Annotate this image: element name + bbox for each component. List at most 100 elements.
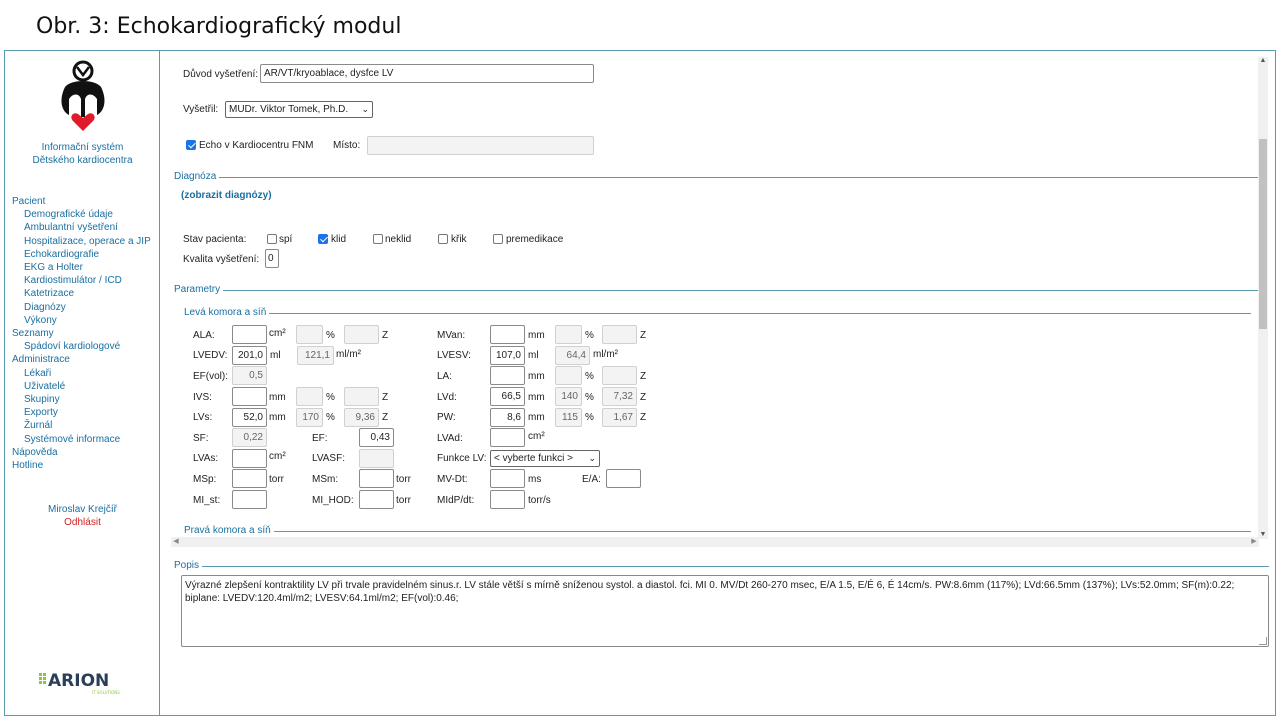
la-pct-input[interactable] xyxy=(555,366,582,385)
lvedv-index-input[interactable]: 121,1 xyxy=(297,346,334,365)
nav-item[interactable]: Nápověda xyxy=(12,446,151,459)
la-pct-unit: % xyxy=(585,371,594,382)
ala-z-input[interactable] xyxy=(344,325,379,344)
nav-item[interactable]: Žurnál xyxy=(12,419,151,432)
system-title-line-1: Informační systém xyxy=(41,142,124,153)
state-checkbox-krik[interactable] xyxy=(438,234,448,244)
nav-item[interactable]: Katetrizace xyxy=(12,287,151,300)
show-diagnoses-link[interactable]: (zobrazit diagnózy) xyxy=(181,190,272,201)
lvd-input[interactable]: 66,5 xyxy=(490,387,525,406)
user-name[interactable]: Miroslav Krejčíř xyxy=(5,503,160,516)
efvol-label: EF(vol): xyxy=(193,371,228,382)
state-label-spi: spí xyxy=(279,234,293,245)
logout-link[interactable]: Odhlásit xyxy=(5,516,160,529)
scroll-thumb[interactable] xyxy=(1259,139,1267,329)
mvdt-input[interactable] xyxy=(490,469,525,488)
place-input[interactable] xyxy=(367,136,594,155)
vertical-scrollbar[interactable]: ▲ ▼ xyxy=(1258,57,1268,539)
quality-input[interactable]: 0 xyxy=(265,249,279,268)
lvesv-index-input[interactable]: 64,4 xyxy=(555,346,590,365)
horizontal-scrollbar[interactable]: ◀ ▶ xyxy=(171,537,1259,547)
lvasf-input[interactable] xyxy=(359,449,394,468)
ivs-pct-input[interactable] xyxy=(296,387,323,406)
nav-item[interactable]: Výkony xyxy=(12,314,151,327)
echo-fnm-checkbox[interactable] xyxy=(186,140,196,150)
ef-input[interactable]: 0,43 xyxy=(359,428,394,447)
lvas-input[interactable] xyxy=(232,449,267,468)
nav-item[interactable]: Systémové informace xyxy=(12,433,151,446)
nav-item[interactable]: Echokardiografie xyxy=(12,248,151,261)
scroll-left-icon[interactable]: ◀ xyxy=(171,537,181,547)
lvs-pct-input[interactable]: 170 xyxy=(296,408,323,427)
la-z-input[interactable] xyxy=(602,366,637,385)
mvan-input[interactable] xyxy=(490,325,525,344)
lvesv-input[interactable]: 107,0 xyxy=(490,346,525,365)
kardiocentrum-logo xyxy=(61,60,105,131)
lvd-unit: mm xyxy=(528,392,545,403)
lvs-z-input[interactable]: 9,36 xyxy=(344,408,379,427)
lvesv-label: LVESV: xyxy=(437,350,471,361)
sf-label: SF: xyxy=(193,433,209,444)
reason-input[interactable]: AR/VT/kryoablace, dysfce LV xyxy=(260,64,594,83)
nav-item[interactable]: Diagnózy xyxy=(12,301,151,314)
pw-z-input[interactable]: 1,67 xyxy=(602,408,637,427)
mvan-pct-unit: % xyxy=(585,330,594,341)
nav-item[interactable]: Hotline xyxy=(12,459,151,472)
mihod-input[interactable] xyxy=(359,490,394,509)
nav-item[interactable]: Spádoví kardiologové xyxy=(12,340,151,353)
lvd-z-input[interactable]: 7,32 xyxy=(602,387,637,406)
nav-item[interactable]: Skupiny xyxy=(12,393,151,406)
ala-pct-input[interactable] xyxy=(296,325,323,344)
scroll-up-icon[interactable]: ▲ xyxy=(1258,57,1268,65)
nav-item[interactable]: Pacient xyxy=(12,195,151,208)
pw-pct-input[interactable]: 115 xyxy=(555,408,582,427)
msp-input[interactable] xyxy=(232,469,267,488)
mist-input[interactable] xyxy=(232,490,267,509)
lvad-input[interactable] xyxy=(490,428,525,447)
nav-item[interactable]: Hospitalizace, operace a JIP xyxy=(12,235,151,248)
chevron-down-icon: ⌄ xyxy=(361,104,369,114)
mvdt-label: MV-Dt: xyxy=(437,474,468,485)
ea-input[interactable] xyxy=(606,469,641,488)
examiner-select[interactable]: MUDr. Viktor Tomek, Ph.D. ⌄ xyxy=(225,101,373,118)
popis-textarea[interactable]: Výrazné zlepšení kontraktility LV při tr… xyxy=(181,575,1269,647)
lvedv-input[interactable]: 201,0 xyxy=(232,346,267,365)
msm-input[interactable] xyxy=(359,469,394,488)
nav-item[interactable]: Seznamy xyxy=(12,327,151,340)
nav-item[interactable]: Administrace xyxy=(12,353,151,366)
nav-item[interactable]: Lékaři xyxy=(12,367,151,380)
scroll-right-icon[interactable]: ▶ xyxy=(1249,537,1259,547)
nav-item[interactable]: Demografické údaje xyxy=(12,208,151,221)
lvd-label: LVd: xyxy=(437,392,457,403)
ivs-label: IVS: xyxy=(193,392,212,403)
pw-input[interactable]: 8,6 xyxy=(490,408,525,427)
state-checkbox-neklid[interactable] xyxy=(373,234,383,244)
nav-item[interactable]: EKG a Holter xyxy=(12,261,151,274)
funkcelv-select[interactable]: < vyberte funkci > ⌄ xyxy=(490,450,600,467)
la-input[interactable] xyxy=(490,366,525,385)
state-checkbox-premedikace[interactable] xyxy=(493,234,503,244)
nav-item[interactable]: Uživatelé xyxy=(12,380,151,393)
mvan-z-input[interactable] xyxy=(602,325,637,344)
lvs-input[interactable]: 52,0 xyxy=(232,408,267,427)
parametry-legend: Parametry xyxy=(171,284,224,296)
mvan-pct-input[interactable] xyxy=(555,325,582,344)
mvan-z-unit: Z xyxy=(640,330,647,341)
rv-legend: Pravá komora a síň xyxy=(181,525,274,537)
nav-item[interactable]: Exporty xyxy=(12,406,151,419)
ala-label: ALA: xyxy=(193,330,215,341)
ivs-input[interactable] xyxy=(232,387,267,406)
resize-grip-icon[interactable] xyxy=(1259,637,1267,645)
diagnoza-divider xyxy=(171,177,1259,178)
state-checkbox-klid[interactable] xyxy=(318,234,328,244)
ala-input[interactable] xyxy=(232,325,267,344)
ivs-z-input[interactable] xyxy=(344,387,379,406)
lvd-pct-input[interactable]: 140 xyxy=(555,387,582,406)
nav-item[interactable]: Ambulantní vyšetření xyxy=(12,221,151,234)
efvol-input[interactable]: 0,5 xyxy=(232,366,267,385)
scroll-down-icon[interactable]: ▼ xyxy=(1258,531,1268,539)
nav-item[interactable]: Kardiostimulátor / ICD xyxy=(12,274,151,287)
sf-input[interactable]: 0,22 xyxy=(232,428,267,447)
midpdt-input[interactable] xyxy=(490,490,525,509)
state-checkbox-spi[interactable] xyxy=(267,234,277,244)
